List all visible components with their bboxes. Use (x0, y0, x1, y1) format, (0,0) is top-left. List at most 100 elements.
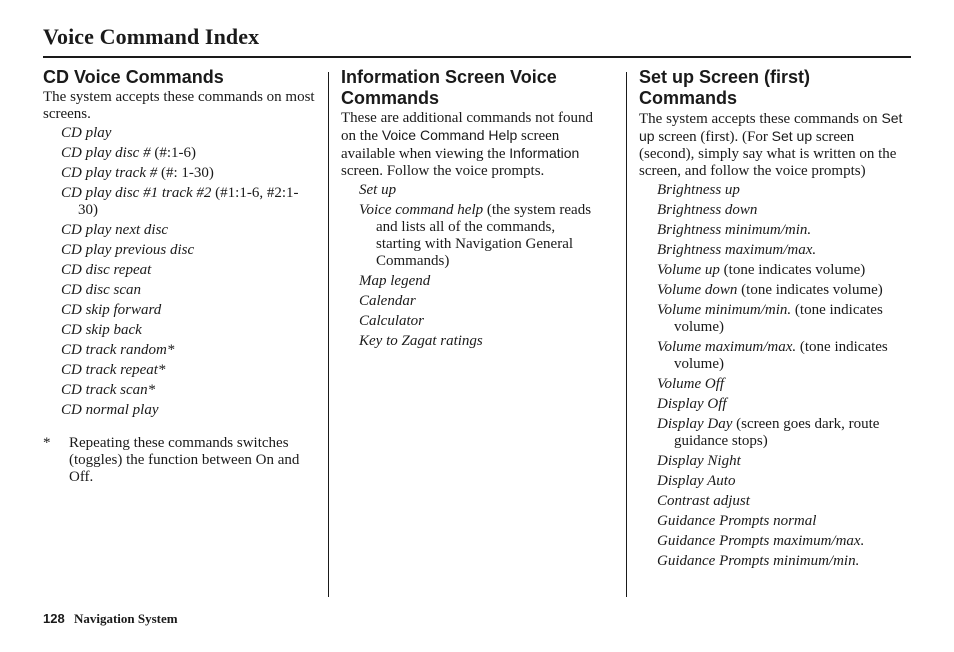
command-item: Calculator (341, 313, 603, 330)
command-item: CD disc repeat (43, 262, 318, 279)
command-item: Volume minimum/min. (tone indicates volu… (639, 302, 911, 336)
command-phrase: Brightness down (657, 202, 758, 218)
command-item: Set up (341, 182, 603, 199)
command-phrase: CD disc scan (61, 282, 141, 298)
command-phrase: CD play previous disc (61, 242, 195, 258)
command-phrase: Voice command help (359, 202, 484, 218)
command-phrase: CD play next disc (61, 222, 169, 238)
command-phrase: Calendar (359, 293, 416, 309)
intro-text: screen. Follow the voice prompts. (341, 163, 545, 179)
command-item: CD normal play (43, 402, 318, 419)
command-phrase: Display Off (657, 396, 727, 412)
footnote-text: Repeating these commands switches (toggl… (69, 435, 300, 485)
intro-text: screen (first). (For (654, 129, 772, 145)
section-heading: Set up Screen (first) Commands (639, 67, 811, 108)
command-phrase: Display Day (657, 416, 733, 432)
command-phrase: CD track repeat* (61, 362, 166, 378)
page-footer: 128 Navigation System (43, 611, 178, 627)
command-phrase: Brightness maximum/max. (657, 242, 817, 258)
command-item: CD play track # (#: 1-30) (43, 165, 318, 182)
command-phrase: Key to Zagat ratings (359, 333, 483, 349)
command-item: Brightness down (639, 202, 911, 219)
command-item: CD play next disc (43, 222, 318, 239)
command-phrase: CD play (61, 125, 112, 141)
command-item: Brightness up (639, 182, 911, 199)
command-item: CD disc scan (43, 282, 318, 299)
command-phrase: Guidance Prompts normal (657, 513, 817, 529)
command-item: Volume down (tone indicates volume) (639, 282, 911, 299)
footnote-marker: * (43, 435, 51, 451)
command-item: Display Night (639, 453, 911, 470)
command-item: CD play previous disc (43, 242, 318, 259)
command-item: Map legend (341, 273, 603, 290)
command-item: CD play disc # (#:1-6) (43, 145, 318, 162)
column-divider (328, 72, 329, 597)
column-cd-voice-commands: CD Voice Commands The system accepts the… (43, 67, 318, 486)
column-information-screen-commands: Information Screen Voice Commands These … (341, 67, 603, 353)
section-intro: The system accepts these commands on Set… (639, 110, 911, 180)
command-phrase: Volume up (657, 262, 720, 278)
command-phrase: CD track random* (61, 342, 175, 358)
command-note: (#:1-6) (150, 145, 196, 161)
command-item: Key to Zagat ratings (341, 333, 603, 350)
command-item: Contrast adjust (639, 493, 911, 510)
command-phrase: Volume Off (657, 376, 725, 392)
command-list: Set up Voice command help (the system rea… (341, 182, 603, 350)
page-title: Voice Command Index (43, 24, 260, 49)
command-phrase: Guidance Prompts maximum/max. (657, 533, 865, 549)
command-item: CD track repeat* (43, 362, 318, 379)
command-item: Guidance Prompts normal (639, 513, 911, 530)
command-item: Volume up (tone indicates volume) (639, 262, 911, 279)
command-item: Display Auto (639, 473, 911, 490)
command-phrase: CD skip forward (61, 302, 162, 318)
command-item: CD track random* (43, 342, 318, 359)
command-phrase: Guidance Prompts minimum/min. (657, 553, 860, 569)
title-rule (43, 56, 911, 58)
section-intro: The system accepts these commands on mos… (43, 89, 318, 123)
command-item: Display Off (639, 396, 911, 413)
command-note: (#: 1-30) (157, 165, 214, 181)
command-list: CD play CD play disc # (#:1-6) CD play tra… (43, 125, 318, 419)
section-heading: CD Voice Commands (43, 67, 224, 87)
command-note: (tone indicates volume) (737, 282, 883, 298)
screen-name-ref: Voice Command Help (381, 127, 518, 143)
section-intro: These are additional commands not found … (341, 110, 603, 180)
command-item: Guidance Prompts minimum/min. (639, 553, 911, 570)
intro-text: The system accepts these commands on (639, 111, 882, 127)
section-name: Navigation System (73, 611, 178, 626)
command-item: CD skip back (43, 322, 318, 339)
command-phrase: Map legend (359, 273, 431, 289)
command-phrase: Contrast adjust (657, 493, 750, 509)
screen-name-ref: Information (509, 145, 580, 161)
command-item: Calendar (341, 293, 603, 310)
command-phrase: Display Night (657, 453, 741, 469)
command-item: CD play disc #1 track #2 (#1:1-6, #2:1-3… (43, 185, 318, 219)
section-heading: Information Screen Voice Commands (341, 67, 557, 108)
command-phrase: CD play disc #1 track #2 (61, 185, 212, 201)
page-number: 128 (43, 611, 65, 626)
command-note: (tone indicates volume) (719, 262, 866, 278)
command-item: CD skip forward (43, 302, 318, 319)
command-phrase: Volume maximum/max. (657, 339, 797, 355)
command-item: Brightness minimum/min. (639, 222, 911, 239)
screen-name-ref: Set up (771, 128, 813, 144)
command-item: Guidance Prompts maximum/max. (639, 533, 911, 550)
command-item: Volume maximum/max. (tone indicates volu… (639, 339, 911, 373)
command-list: Brightness up Brightness down Brightness m… (639, 182, 911, 570)
command-item: CD play (43, 125, 318, 142)
command-item: Brightness maximum/max. (639, 242, 911, 259)
command-phrase: CD play disc # (61, 145, 151, 161)
command-item: Volume Off (639, 376, 911, 393)
column-divider (626, 72, 627, 597)
command-phrase: Volume down (657, 282, 738, 298)
command-phrase: Brightness up (657, 182, 740, 198)
command-item: Display Day (screen goes dark, route gui… (639, 416, 911, 450)
intro-text: The system accepts these commands on mos… (43, 89, 315, 122)
command-phrase: Calculator (359, 313, 425, 329)
command-phrase: CD normal play (61, 402, 159, 418)
command-phrase: Set up (359, 182, 397, 198)
command-phrase: Display Auto (657, 473, 736, 489)
footnote: * Repeating these commands switches (tog… (43, 435, 318, 486)
command-item: Voice command help (the system reads and… (341, 202, 603, 270)
command-phrase: Volume minimum/min. (657, 302, 792, 318)
